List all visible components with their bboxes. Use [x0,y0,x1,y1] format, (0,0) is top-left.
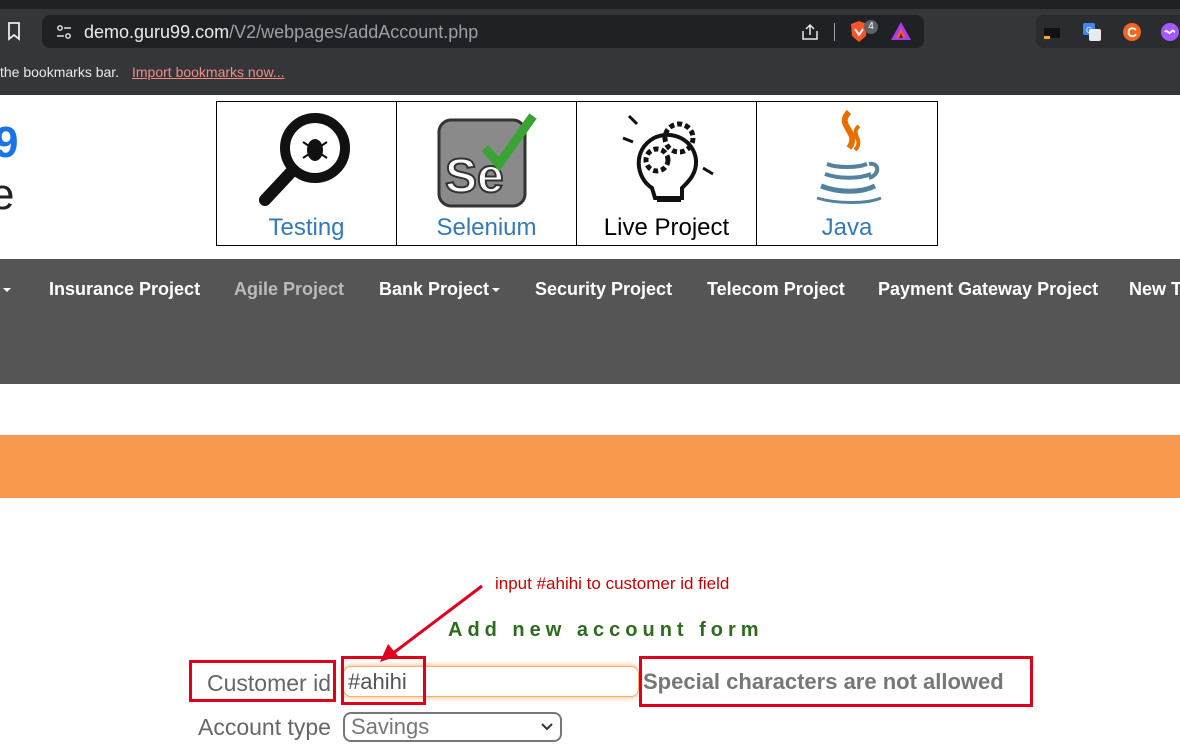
promo-label: Selenium [436,214,537,241]
nav-bank-label: Bank Project [379,279,490,299]
annotation-text: input #ahihi to customer id field [495,574,730,593]
brave-rewards-icon[interactable] [890,21,912,41]
bookmark-icon[interactable] [6,21,22,41]
magnifier-bug-icon [259,113,350,206]
form-title: Add new account form [448,619,764,641]
browser-toolbar: demo.guru99.com/V2/webpages/addAccount.p… [0,9,1180,56]
promo-java[interactable]: Java [757,102,937,245]
promo-selenium[interactable]: Se Selenium [397,102,577,245]
selenium-icon: Se [437,113,537,208]
share-icon[interactable] [800,22,820,42]
shields-count-badge: 4 [864,20,878,34]
nav-dropdown-caret[interactable] [0,279,11,300]
chevron-down-icon [541,723,553,731]
toolbar-separator [834,23,835,41]
chevron-down-icon [492,288,501,293]
extensions-area: G C [1036,15,1180,48]
highlight-box-error [639,656,1033,707]
address-bar[interactable]: demo.guru99.com/V2/webpages/addAccount.p… [42,15,924,48]
nav-new-item[interactable]: New T [1129,279,1180,300]
promo-label: Java [821,214,873,241]
site-info-icon[interactable] [56,24,72,40]
nav-telecom-project[interactable]: Telecom Project [707,279,845,300]
extension-dark-icon[interactable] [1042,22,1062,42]
promo-label: Testing [268,214,345,241]
promo-testing[interactable]: Testing [217,102,397,245]
site-logo-fragment-2[interactable]: e [0,170,14,220]
svg-text:C: C [1127,24,1137,40]
account-type-label: Account type [198,714,331,740]
nav-payment-gateway-project[interactable]: Payment Gateway Project [878,279,1098,300]
account-type-select[interactable]: Savings [343,712,562,742]
bookmarks-bar: the bookmarks bar. Import bookmarks now.… [0,56,1180,95]
copyright-extension-icon[interactable]: C [1122,22,1142,42]
url-text[interactable]: demo.guru99.com/V2/webpages/addAccount.p… [84,22,478,43]
google-translate-icon[interactable]: G [1082,22,1102,42]
window-top-strip [0,0,1180,9]
site-logo-fragment[interactable]: 9 [0,118,18,168]
import-bookmarks-link[interactable]: Import bookmarks now... [132,64,285,80]
java-icon [816,109,882,204]
svg-text:G: G [1086,26,1092,35]
nav-security-project[interactable]: Security Project [535,279,672,300]
nav-agile-project[interactable]: Agile Project [234,279,344,300]
nav-insurance-project[interactable]: Insurance Project [49,279,200,300]
promo-live-project[interactable]: Live Project [577,102,757,245]
highlight-box-input [341,656,426,705]
promo-label: Live Project [603,214,730,241]
orange-banner [0,435,1180,498]
bookmarks-bar-text: the bookmarks bar. [0,64,120,80]
nav-bank-project[interactable]: Bank Project [379,279,501,300]
url-path: /V2/webpages/addAccount.php [229,22,479,42]
url-host: demo.guru99.com [84,22,230,42]
lightbulb-gears-icon [622,114,714,202]
purple-extension-icon[interactable] [1160,22,1180,42]
course-promo-table: Testing Se Selenium Live Project Java [216,101,938,246]
highlight-box-label [189,660,336,702]
account-type-value: Savings [351,714,430,739]
main-navbar: Insurance Project Agile Project Bank Pro… [0,259,1180,384]
